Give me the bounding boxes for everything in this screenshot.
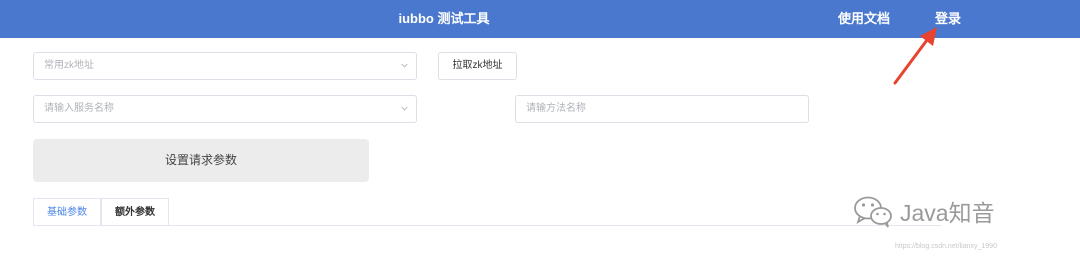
watermark-text: Java知音 (900, 200, 995, 226)
chevron-down-icon (401, 106, 408, 111)
app-title: iubbo 测试工具 (398, 11, 490, 26)
watermark-url: https://blog.csdn.net/lianxy_1990 (895, 243, 997, 250)
service-name-placeholder: 请输入服务名称 (44, 103, 114, 114)
wechat-icon (854, 196, 892, 228)
tabs-divider (33, 225, 941, 226)
red-arrow-icon (893, 27, 937, 85)
method-name-input[interactable]: 请输方法名称 (515, 95, 809, 123)
zk-address-select[interactable]: 常用zk地址 (33, 52, 417, 80)
set-request-params-button[interactable]: 设置请求参数 (33, 139, 369, 182)
tab-extra-params[interactable]: 额外参数 (101, 198, 169, 226)
method-name-placeholder: 请输方法名称 (526, 103, 586, 114)
pull-zk-button[interactable]: 拉取zk地址 (438, 52, 517, 80)
service-name-select[interactable]: 请输入服务名称 (33, 95, 417, 123)
watermark: Java知音 (852, 192, 995, 230)
chevron-down-icon (401, 63, 408, 68)
zk-address-placeholder: 常用zk地址 (44, 60, 94, 71)
tab-basic-params[interactable]: 基础参数 (33, 198, 101, 226)
